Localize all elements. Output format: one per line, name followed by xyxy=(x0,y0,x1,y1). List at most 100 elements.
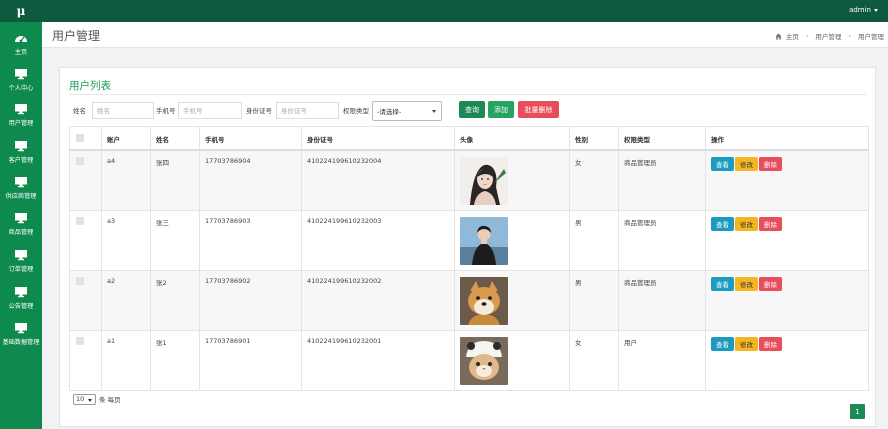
column-header[interactable]: 身份证号 xyxy=(301,126,455,151)
breadcrumb-separator: › xyxy=(848,32,851,40)
sidebar-item-label: 客户管理 xyxy=(8,157,34,164)
role-label: 权限类型 xyxy=(343,107,369,115)
row-actions: 查看 修改 删除 xyxy=(711,277,863,291)
sidebar-item-suppliers[interactable]: 供应商管理 xyxy=(0,170,42,204)
column-header[interactable]: 头像 xyxy=(454,126,570,151)
sidebar-item-base-data[interactable]: 基础数据管理 xyxy=(0,316,42,350)
edit-button[interactable]: 修改 xyxy=(735,337,758,351)
breadcrumb-home[interactable]: 主页 xyxy=(786,31,799,41)
sidebar-item-customers[interactable]: 客户管理 xyxy=(0,134,42,168)
view-button[interactable]: 查看 xyxy=(711,217,734,231)
row-checkbox[interactable] xyxy=(76,277,84,285)
user-menu[interactable]: admin xyxy=(849,0,878,22)
row-checkbox-cell xyxy=(69,149,102,211)
view-button[interactable]: 查看 xyxy=(711,337,734,351)
id-number-cell: 410224199610232002 xyxy=(301,270,455,331)
caret-down-icon xyxy=(874,8,878,12)
shiba-dog-avatar[interactable] xyxy=(460,277,508,325)
row-checkbox[interactable] xyxy=(76,157,84,165)
chevron-down-icon xyxy=(432,110,436,113)
edit-button[interactable]: 修改 xyxy=(735,157,758,171)
column-header[interactable]: 姓名 xyxy=(150,126,200,151)
table-row: a2 张2 17703786902 410224199610232002 男 商… xyxy=(69,270,869,331)
delete-button[interactable]: 删除 xyxy=(759,277,782,291)
card-title: 用户列表 xyxy=(69,80,111,92)
row-checkbox-cell xyxy=(69,270,102,331)
view-button[interactable]: 查看 xyxy=(711,157,734,171)
batch-delete-button[interactable]: 批量删除 xyxy=(518,101,559,118)
cat-in-hat-avatar[interactable] xyxy=(460,337,508,385)
row-checkbox[interactable] xyxy=(76,217,84,225)
edit-button[interactable]: 修改 xyxy=(735,277,758,291)
column-header[interactable]: 权限类型 xyxy=(618,126,706,151)
sidebar-item-orders[interactable]: 订单管理 xyxy=(0,243,42,277)
phone-input[interactable] xyxy=(178,102,242,119)
sidebar-item-users[interactable]: 用户管理 xyxy=(0,97,42,131)
sidebar-item-label: 订单管理 xyxy=(8,266,34,273)
column-header[interactable]: 操作 xyxy=(705,126,869,151)
breadcrumb-item[interactable]: 用户管理 xyxy=(815,31,841,41)
app-logo[interactable]: μ xyxy=(0,0,42,22)
delete-button[interactable]: 删除 xyxy=(759,157,782,171)
man-in-black-avatar[interactable] xyxy=(460,217,508,265)
sidebar-item-profile[interactable]: 个人中心 xyxy=(0,62,42,96)
home-icon xyxy=(775,32,782,40)
add-button[interactable]: 添加 xyxy=(488,101,514,118)
query-button[interactable]: 查询 xyxy=(459,101,485,118)
actions-cell: 查看 修改 删除 xyxy=(705,270,869,331)
name-cell: 张四 xyxy=(150,149,200,211)
select-all-checkbox[interactable] xyxy=(76,134,84,142)
row-checkbox-cell xyxy=(69,330,102,391)
id-number-cell: 410224199610232004 xyxy=(301,149,455,211)
per-page-label: 条 每页 xyxy=(99,396,121,404)
phone-cell: 17703786902 xyxy=(199,270,302,331)
column-header[interactable]: 手机号 xyxy=(199,126,302,151)
dashboard-icon xyxy=(15,36,27,43)
account-cell: a3 xyxy=(101,210,151,271)
role-cell: 商品管理员 xyxy=(618,270,706,331)
sidebar-item-label: 商品管理 xyxy=(8,229,34,236)
monitor-icon xyxy=(15,104,27,115)
account-cell: a4 xyxy=(101,149,151,211)
table-row: a1 张1 17703786901 410224199610232001 女 用… xyxy=(69,330,869,391)
sidebar-item-label: 个人中心 xyxy=(8,85,34,92)
table-row: a4 张四 17703786904 410224199610232004 女 商… xyxy=(69,149,869,211)
edit-button[interactable]: 修改 xyxy=(735,217,758,231)
delete-button[interactable]: 删除 xyxy=(759,217,782,231)
monitor-icon xyxy=(15,323,27,334)
search-bar: 姓名 手机号 身份证号 权限类型 -请选择- 查询 添加 批量删除 xyxy=(73,101,853,121)
name-input[interactable] xyxy=(92,102,154,119)
pagination-page-1[interactable]: 1 xyxy=(850,404,865,419)
id-number-cell: 410224199610232001 xyxy=(301,330,455,391)
column-header[interactable]: 账户 xyxy=(101,126,151,151)
name-cell: 张2 xyxy=(150,270,200,331)
sidebar-item-products[interactable]: 商品管理 xyxy=(0,206,42,240)
row-actions: 查看 修改 删除 xyxy=(711,337,863,351)
role-cell: 商品管理员 xyxy=(618,149,706,211)
role-select[interactable]: -请选择- xyxy=(372,101,442,121)
sidebar: 主页 个人中心 用户管理 客户管理 供应商管理 商品管理 订单管理 公告管理 基… xyxy=(0,22,42,429)
sidebar-item-announcements[interactable]: 公告管理 xyxy=(0,280,42,314)
monitor-icon xyxy=(15,287,27,298)
page-size-select[interactable]: 10 xyxy=(73,393,96,405)
row-checkbox[interactable] xyxy=(76,337,84,345)
sidebar-item-label: 用户管理 xyxy=(8,120,34,127)
illustrated-girl-avatar[interactable] xyxy=(460,157,508,205)
breadcrumb-separator: › xyxy=(805,32,809,40)
account-cell: a2 xyxy=(101,270,151,331)
row-actions: 查看 修改 删除 xyxy=(711,217,863,231)
gender-cell: 女 xyxy=(569,330,619,391)
phone-cell: 17703786903 xyxy=(199,210,302,271)
name-cell: 张1 xyxy=(150,330,200,391)
view-button[interactable]: 查看 xyxy=(711,277,734,291)
role-cell: 商品管理员 xyxy=(618,210,706,271)
monitor-icon xyxy=(15,141,27,152)
delete-button[interactable]: 删除 xyxy=(759,337,782,351)
divider xyxy=(69,94,866,95)
id-number-cell: 410224199610232003 xyxy=(301,210,455,271)
column-header[interactable]: 性别 xyxy=(569,126,619,151)
username: admin xyxy=(849,6,871,14)
row-actions: 查看 修改 删除 xyxy=(711,157,863,171)
id-number-input[interactable] xyxy=(276,102,339,119)
sidebar-item-home[interactable]: 主页 xyxy=(0,26,42,60)
